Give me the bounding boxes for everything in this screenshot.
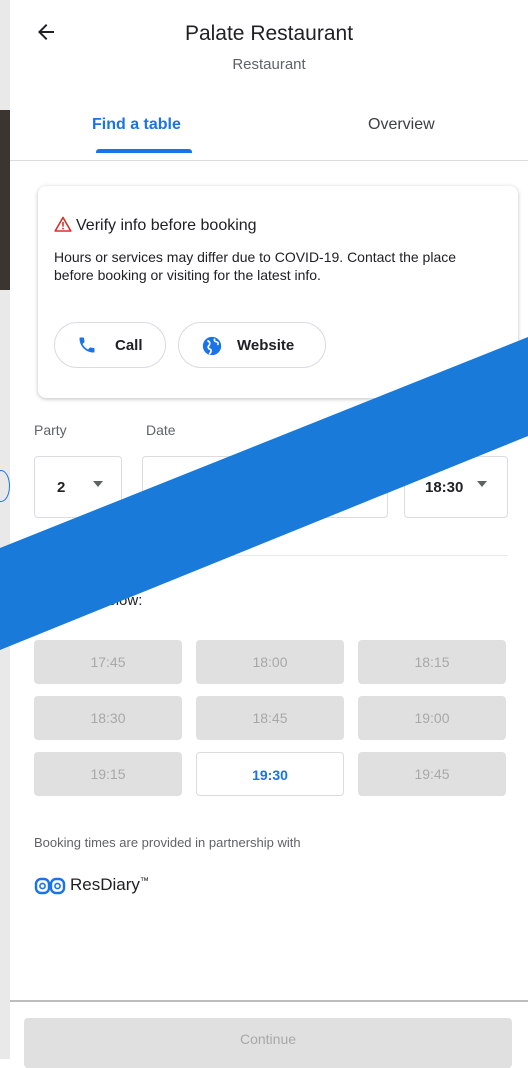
footer-divider bbox=[10, 1000, 528, 1002]
call-button[interactable]: Call bbox=[54, 322, 166, 368]
trademark-mark: ™ bbox=[139, 875, 149, 886]
globe-icon bbox=[202, 336, 222, 356]
page-subtitle: Restaurant bbox=[232, 56, 306, 73]
notice-body: Hours or services may differ due to COVI… bbox=[54, 249, 457, 283]
page-title: Palate Restaurant bbox=[184, 22, 354, 45]
notice-heading-text: Verify info before booking bbox=[76, 217, 257, 234]
phone-icon bbox=[79, 337, 95, 353]
background-page-strip bbox=[0, 0, 10, 1059]
time-slot: 18:30 bbox=[34, 696, 182, 740]
booking-sheet: Palate Restaurant Restaurant Find a tabl… bbox=[10, 0, 528, 1068]
warning-triangle-icon bbox=[54, 216, 72, 232]
time-slot: 19:00 bbox=[358, 696, 506, 740]
section-divider bbox=[34, 555, 508, 556]
party-select[interactable]: 2 bbox=[34, 456, 122, 518]
time-slot: 18:15 bbox=[358, 640, 506, 684]
covid-notice-card: Verify info before booking Hours or serv… bbox=[38, 186, 518, 398]
tab-overview[interactable]: Overview bbox=[368, 116, 435, 134]
call-label: Call bbox=[115, 337, 143, 354]
time-slot: 18:00 bbox=[196, 640, 344, 684]
header: Palate Restaurant Restaurant Find a tabl… bbox=[10, 0, 528, 161]
choose-time-text: se a time below: bbox=[34, 592, 143, 609]
time-select[interactable]: 18:30 bbox=[404, 456, 508, 518]
time-slot: 17:45 bbox=[34, 640, 182, 684]
party-label: Party bbox=[34, 422, 67, 438]
website-button[interactable]: Website bbox=[178, 322, 326, 368]
party-value: 2 bbox=[57, 479, 66, 496]
time-slot: 18:45 bbox=[196, 696, 344, 740]
tab-find-a-table[interactable]: Find a table bbox=[92, 116, 181, 134]
chevron-down-icon bbox=[93, 481, 103, 487]
notice-heading: Verify info before booking bbox=[54, 216, 257, 235]
time-slot: 19:45 bbox=[358, 752, 506, 796]
date-select[interactable] bbox=[142, 456, 388, 518]
date-label: Date bbox=[146, 422, 176, 438]
background-photo bbox=[0, 110, 10, 290]
time-value: 18:30 bbox=[425, 479, 464, 496]
infinity-logo-icon bbox=[34, 877, 66, 895]
background-map-marker bbox=[0, 470, 10, 502]
partner-text: Booking times are provided in partnershi… bbox=[34, 835, 301, 850]
website-label: Website bbox=[237, 337, 295, 354]
resdiary-brand-text: ResDiary bbox=[70, 875, 140, 894]
active-tab-indicator bbox=[96, 149, 192, 153]
resdiary-brand: ResDiary™ bbox=[70, 875, 149, 895]
chevron-down-icon bbox=[477, 481, 487, 487]
continue-button[interactable]: Continue bbox=[24, 1018, 512, 1068]
time-slot: 19:15 bbox=[34, 752, 182, 796]
time-slot-selected[interactable]: 19:30 bbox=[196, 752, 344, 796]
